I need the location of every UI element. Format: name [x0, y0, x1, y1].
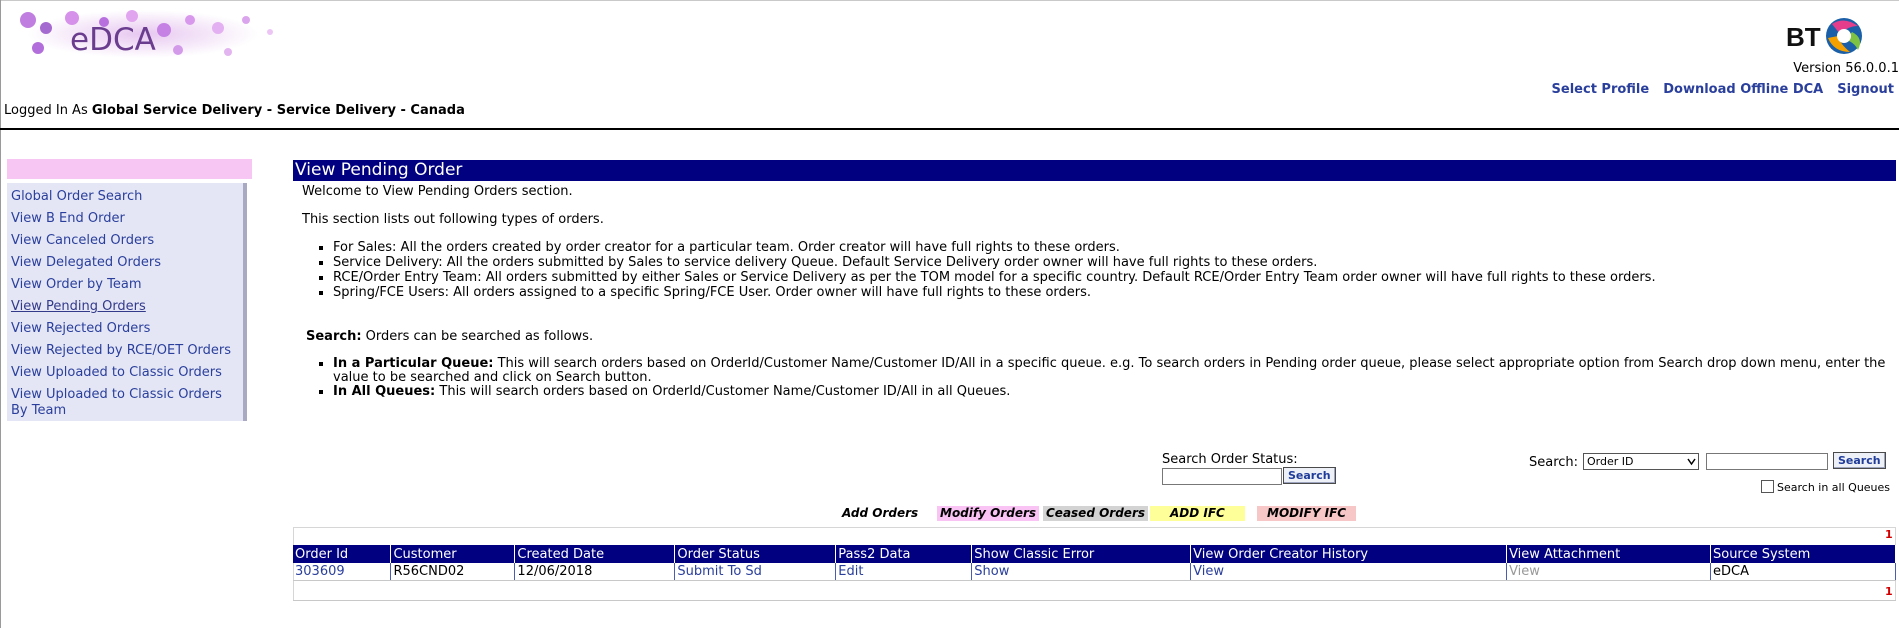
logged-in-prefix: Logged In As — [4, 103, 88, 118]
chevron-down-icon — [1687, 458, 1696, 466]
edca-logo: eDCA — [8, 8, 298, 60]
list-item: In a Particular Queue: This will search … — [333, 357, 1896, 385]
list-item: Service Delivery: All the orders submitt… — [333, 255, 1896, 270]
column-header-order-id[interactable]: Order Id — [293, 545, 392, 563]
column-header-pass2-data[interactable]: Pass2 Data — [835, 545, 973, 563]
show-classic-error-cell: Show — [971, 563, 1192, 581]
order-id-cell: 303609 — [293, 563, 392, 581]
grid-bottom-border — [293, 600, 1896, 601]
sidebar-item-view-uploaded-to-classic-orders[interactable]: View Uploaded to Classic Orders — [7, 365, 243, 381]
logged-in-as: Logged In As Global Service Delivery - S… — [4, 103, 465, 118]
column-header-created-date[interactable]: Created Date — [514, 545, 676, 563]
record-count-bottom: 1 — [1885, 585, 1893, 598]
view-attachment-cell: View — [1506, 563, 1711, 581]
search-section-heading: Search: Orders can be searched as follow… — [302, 329, 1896, 344]
order-types-list: For Sales: All the orders created by ord… — [302, 240, 1896, 300]
list-item: RCE/Order Entry Team: All orders submitt… — [333, 270, 1896, 285]
intro-text: This section lists out following types o… — [302, 212, 604, 227]
search-all-queues-label: Search in all Queues — [1777, 481, 1891, 494]
legend-modify-orders: Modify Orders — [937, 506, 1040, 521]
search-mode-text: This will search orders based on OrderId… — [333, 356, 1886, 385]
legend-modify-ifc: MODIFY IFC — [1257, 506, 1357, 521]
page-title: View Pending Order — [293, 160, 1896, 181]
orders-table: Order Id Customer Created Date Order Sta… — [293, 545, 1897, 581]
search-mode-title: In All Queues: — [333, 384, 436, 399]
legend-add-orders: Add Orders — [839, 506, 922, 521]
order-status-cell: Submit To Sd — [674, 563, 837, 581]
sidebar-item-view-rejected-by-rce-oet-orders[interactable]: View Rejected by RCE/OET Orders — [7, 343, 243, 359]
main-content: Welcome to View Pending Orders section. … — [302, 184, 1896, 399]
record-count-top: 1 — [1885, 528, 1893, 541]
search-input[interactable] — [1706, 453, 1828, 470]
legend-ceased-orders: Ceased Orders — [1043, 506, 1148, 521]
svg-text:BT: BT — [1786, 22, 1821, 52]
sidebar-item-view-pending-orders[interactable]: View Pending Orders — [7, 299, 243, 315]
pass2-edit-link[interactable]: Edit — [838, 564, 863, 579]
header-links: Select Profile Download Offline DCA Signou… — [1538, 82, 1894, 97]
sidebar-item-global-order-search[interactable]: Global Order Search — [7, 189, 243, 205]
sidebar-item-view-b-end-order[interactable]: View B End Order — [7, 211, 243, 227]
column-header-order-status[interactable]: Order Status — [674, 545, 837, 563]
bt-logo-icon: BT — [1786, 18, 1862, 54]
search-type-selected: Order ID — [1587, 455, 1634, 468]
source-system-cell: eDCA — [1710, 563, 1897, 581]
search-all-queues-checkbox[interactable] — [1761, 480, 1774, 493]
search-button[interactable]: Search — [1833, 452, 1886, 469]
list-item: For Sales: All the orders created by ord… — [333, 240, 1896, 255]
list-item: In All Queues: This will search orders b… — [333, 385, 1896, 399]
search-heading-label: Search: — [306, 329, 362, 344]
column-header-show-classic-error[interactable]: Show Classic Error — [971, 545, 1192, 563]
sidebar-menu: Global Order Search View B End Order Vie… — [7, 183, 247, 421]
search-mode-text: This will search orders based on OrderId… — [439, 384, 1011, 399]
column-header-view-attachment[interactable]: View Attachment — [1506, 545, 1711, 563]
logged-in-user: Global Service Delivery - Service Delive… — [91, 103, 465, 118]
sidebar-item-view-rejected-orders[interactable]: View Rejected Orders — [7, 321, 243, 337]
version-label: Version 56.0.0.1 — [1793, 61, 1899, 76]
header-divider — [0, 128, 1899, 130]
customer-cell: R56CND02 — [390, 563, 516, 581]
column-header-source-system[interactable]: Source System — [1710, 545, 1897, 563]
order-id-link[interactable]: 303609 — [295, 564, 345, 579]
download-offline-dca-link[interactable]: Download Offline DCA — [1663, 82, 1823, 97]
column-header-view-order-creator-history[interactable]: View Order Creator History — [1190, 545, 1508, 563]
view-history-link[interactable]: View — [1193, 564, 1224, 579]
search-mode-title: In a Particular Queue: — [333, 356, 494, 371]
search-order-status-button[interactable]: Search — [1283, 467, 1336, 484]
sidebar-header — [7, 159, 252, 179]
show-classic-error-link[interactable]: Show — [974, 564, 1009, 579]
signout-link[interactable]: Signout — [1837, 82, 1894, 97]
search-label: Search: — [1529, 455, 1579, 470]
sidebar-item-view-order-by-team[interactable]: View Order by Team — [7, 277, 243, 293]
welcome-text: Welcome to View Pending Orders section. — [302, 184, 573, 199]
search-type-select[interactable]: Order ID — [1583, 453, 1699, 470]
column-header-customer[interactable]: Customer — [390, 545, 516, 563]
search-modes-list: In a Particular Queue: This will search … — [302, 357, 1896, 399]
created-date-cell: 12/06/2018 — [514, 563, 676, 581]
order-status-link[interactable]: Submit To Sd — [677, 564, 762, 579]
table-row: 303609 R56CND02 12/06/2018 Submit To Sd … — [293, 563, 1897, 581]
view-order-creator-history-cell: View — [1190, 563, 1508, 581]
sidebar-item-view-uploaded-to-classic-orders-by-team[interactable]: View Uploaded to Classic Orders By Team — [7, 387, 243, 419]
sidebar-item-view-canceled-orders[interactable]: View Canceled Orders — [7, 233, 243, 249]
search-order-status-input[interactable] — [1162, 468, 1282, 485]
app-name: eDCA — [70, 22, 156, 58]
table-header-row: Order Id Customer Created Date Order Sta… — [293, 545, 1897, 563]
sidebar-item-view-delegated-orders[interactable]: View Delegated Orders — [7, 255, 243, 271]
select-profile-link[interactable]: Select Profile — [1552, 82, 1650, 97]
search-intro-text: Orders can be searched as follows. — [365, 329, 594, 344]
list-item: Spring/FCE Users: All orders assigned to… — [333, 285, 1896, 300]
search-order-status-label: Search Order Status: — [1162, 452, 1298, 467]
pass2-data-cell: Edit — [835, 563, 973, 581]
legend-add-ifc: ADD IFC — [1150, 506, 1245, 521]
